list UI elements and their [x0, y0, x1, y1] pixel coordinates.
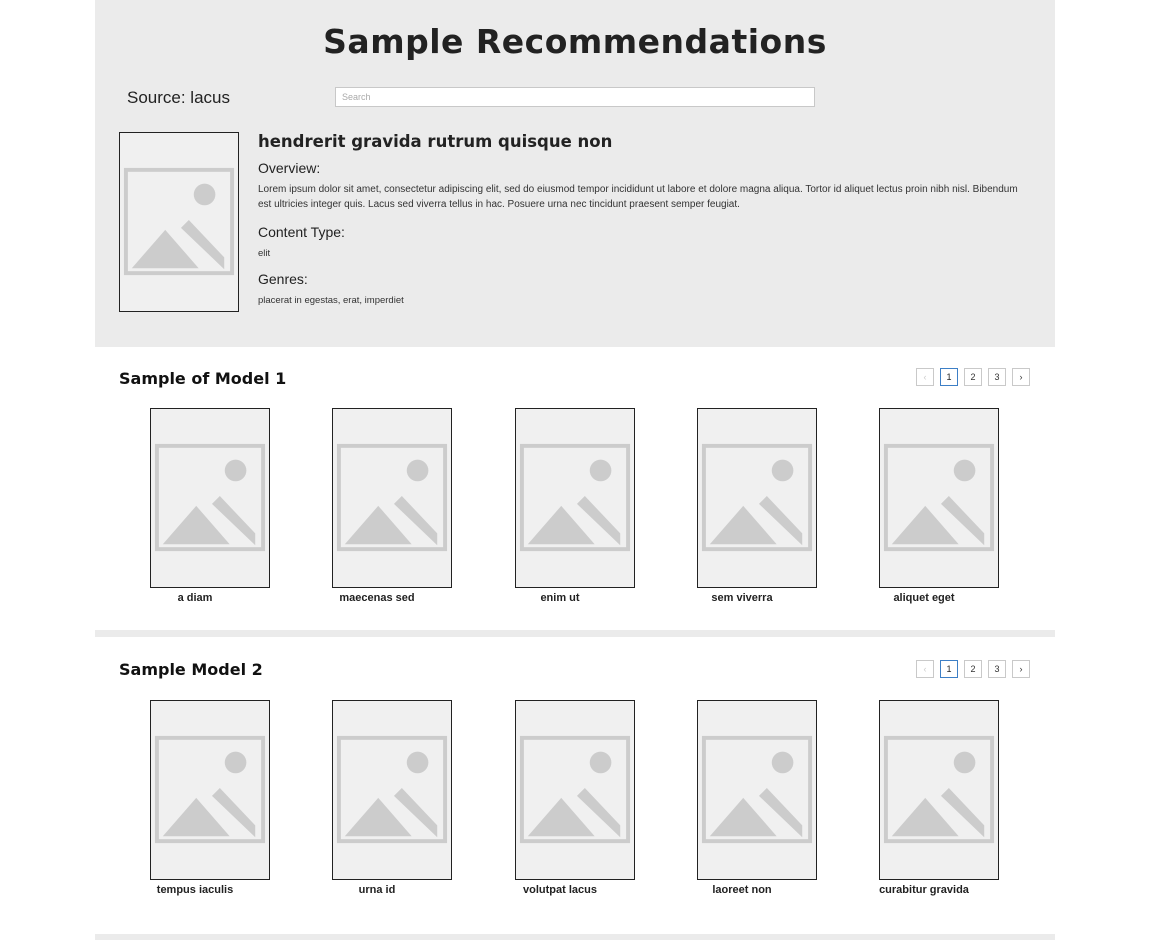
recommendation-card[interactable]: a diam	[150, 408, 270, 606]
recommendation-title: tempus iaculis	[156, 884, 234, 896]
page-title: Sample Recommendations	[323, 22, 827, 61]
overview-text: Lorem ipsum dolor sit amet, consectetur …	[258, 184, 1018, 210]
recommendation-card[interactable]: laoreet non	[697, 700, 817, 898]
image-placeholder-icon	[701, 735, 813, 844]
image-placeholder-icon	[519, 443, 631, 552]
recommendation-title: aliquet eget	[893, 592, 955, 604]
recommendation-title: maecenas sed	[339, 592, 415, 604]
image-placeholder-icon	[123, 167, 235, 276]
recommendation-cover[interactable]	[697, 700, 817, 880]
pagination: ‹ 1 2 3 ›	[916, 660, 1030, 678]
recommendation-cover[interactable]	[332, 408, 452, 588]
content-type-label: Content Type:	[258, 224, 345, 240]
page-button-3[interactable]: 3	[988, 368, 1006, 386]
prev-page-button[interactable]: ‹	[916, 660, 934, 678]
section-title: Sample Model 2	[119, 660, 263, 679]
overview-label: Overview:	[258, 160, 321, 176]
image-placeholder-icon	[701, 443, 813, 552]
image-placeholder-icon	[336, 735, 448, 844]
recommendation-card[interactable]: aliquet eget	[879, 408, 999, 606]
recommendation-title: laoreet non	[712, 884, 772, 896]
recommendation-title: urna id	[358, 884, 396, 896]
image-placeholder-icon	[154, 735, 266, 844]
next-page-button[interactable]: ›	[1012, 368, 1030, 386]
image-placeholder-icon	[883, 735, 995, 844]
image-placeholder-icon	[154, 443, 266, 552]
recommendation-card[interactable]: maecenas sed	[332, 408, 452, 606]
recommendation-cover[interactable]	[515, 700, 635, 880]
recommendation-cover[interactable]	[879, 408, 999, 588]
recommendation-cover[interactable]	[697, 408, 817, 588]
source-label: Source: lacus	[127, 88, 230, 107]
recommendation-cover[interactable]	[879, 700, 999, 880]
content-type-value: elit	[258, 248, 271, 259]
image-placeholder-icon	[336, 443, 448, 552]
page-button-2[interactable]: 2	[964, 660, 982, 678]
recommendation-title: curabitur gravida	[879, 884, 969, 896]
section-divider	[95, 630, 1055, 637]
page-button-1[interactable]: 1	[940, 660, 958, 678]
page-button-3[interactable]: 3	[988, 660, 1006, 678]
recommendation-card[interactable]: enim ut	[515, 408, 635, 606]
recommendation-card[interactable]: volutpat lacus	[515, 700, 635, 898]
recommendation-title: volutpat lacus	[523, 884, 597, 896]
recommendation-card[interactable]: tempus iaculis	[150, 700, 270, 898]
recommendation-card[interactable]: sem viverra	[697, 408, 817, 606]
selected-item-cover	[119, 132, 239, 312]
selected-item-details: hendrerit gravida rutrum quisque non Ove…	[258, 132, 1018, 306]
search-input[interactable]	[335, 87, 815, 107]
model-section-1: Sample of Model 1 ‹ 1 2 3 › a diam maecen…	[95, 347, 1055, 638]
recommendation-cover[interactable]	[515, 408, 635, 588]
recommendation-title: sem viverra	[711, 592, 773, 604]
recommendation-card[interactable]: urna id	[332, 700, 452, 898]
recommendation-cover[interactable]	[150, 408, 270, 588]
image-placeholder-icon	[519, 735, 631, 844]
next-page-button[interactable]: ›	[1012, 660, 1030, 678]
selected-item-panel: Sample Recommendations Source: lacus hen…	[95, 0, 1055, 347]
recommendation-card[interactable]: curabitur gravida	[879, 700, 999, 898]
recommendation-title: enim ut	[540, 592, 580, 604]
page-button-2[interactable]: 2	[964, 368, 982, 386]
model-section-2: Sample Model 2 ‹ 1 2 3 › tempus iaculis u…	[95, 638, 1055, 940]
recommendation-cover[interactable]	[332, 700, 452, 880]
page-button-1[interactable]: 1	[940, 368, 958, 386]
selected-item-title: hendrerit gravida rutrum quisque non	[258, 132, 613, 151]
recommendation-cover[interactable]	[150, 700, 270, 880]
page: Sample Recommendations Source: lacus hen…	[95, 0, 1055, 940]
image-placeholder-icon	[883, 443, 995, 552]
pagination: ‹ 1 2 3 ›	[916, 368, 1030, 386]
section-title: Sample of Model 1	[119, 369, 287, 388]
genres-value: placerat in egestas, erat, imperdiet	[258, 295, 404, 306]
section-divider	[95, 934, 1055, 940]
prev-page-button[interactable]: ‹	[916, 368, 934, 386]
genres-label: Genres:	[258, 271, 308, 287]
recommendation-title: a diam	[177, 592, 213, 604]
